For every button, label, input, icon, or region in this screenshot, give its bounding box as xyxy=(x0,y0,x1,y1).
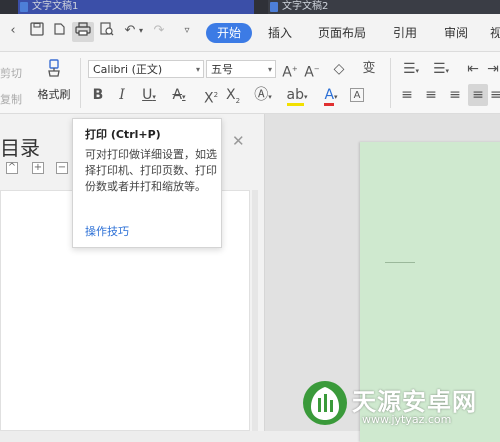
panel-scrollbar[interactable] xyxy=(252,190,258,431)
font-name-value: Calibri (正文) xyxy=(93,63,163,76)
copy-label: 复制 xyxy=(0,93,22,106)
shrink-font-icon[interactable]: A− xyxy=(304,60,320,81)
decrease-indent-icon[interactable]: ⇤ xyxy=(464,60,482,78)
format-painter-label: 格式刷 xyxy=(37,88,71,101)
panel-title: 目录 xyxy=(0,136,40,160)
print-tooltip: 打印 (Ctrl+P) 可对打印做详细设置，如选择打印机、打印页数、打印份数或者… xyxy=(72,118,222,248)
tooltip-description: 可对打印做详细设置，如选择打印机、打印页数、打印份数或者并打和缩放等。 xyxy=(85,148,217,193)
tab-review[interactable]: 审阅 xyxy=(444,24,468,42)
redo-icon[interactable]: ↷ xyxy=(150,22,168,40)
document-tab-bar: 文字文稿1 文字文稿2 xyxy=(0,0,500,14)
chevron-left-icon[interactable]: ‹ xyxy=(4,22,22,40)
tooltip-title: 打印 (Ctrl+P) xyxy=(85,128,161,141)
align-left-icon[interactable]: ≡ xyxy=(398,86,416,104)
bold-icon[interactable]: B xyxy=(90,86,106,104)
grow-font-icon[interactable]: A+ xyxy=(282,60,298,81)
document-tab-label: 文字文稿2 xyxy=(282,1,329,12)
font-size-value: 五号 xyxy=(211,63,233,76)
chevron-down-icon: ▾ xyxy=(195,65,200,74)
expand-icon[interactable]: + xyxy=(32,162,44,174)
document-icon xyxy=(270,2,278,12)
text-effect-icon[interactable]: Ⓐ▾ xyxy=(252,86,274,104)
tab-page-layout[interactable]: 页面布局 xyxy=(318,24,366,42)
minus-icon[interactable]: − xyxy=(56,162,68,174)
watermark-name: 天源安卓网 xyxy=(352,388,477,416)
increase-indent-icon[interactable]: ⇥ xyxy=(486,60,500,78)
align-right-icon[interactable]: ≡ xyxy=(446,86,464,104)
italic-icon[interactable]: I xyxy=(114,86,130,104)
format-painter-button[interactable]: 格式刷 xyxy=(34,58,74,102)
document-tab-1[interactable]: 文字文稿1 xyxy=(18,0,254,14)
save-icon[interactable] xyxy=(28,22,46,40)
document-icon xyxy=(20,2,28,12)
tab-start[interactable]: 开始 xyxy=(206,23,252,43)
phonetic-guide-icon[interactable]: 变 xyxy=(358,60,380,78)
tab-references[interactable]: 引用 xyxy=(393,24,417,42)
separator xyxy=(80,58,81,108)
distributed-align-icon[interactable]: ≡ xyxy=(490,86,500,104)
tips-link[interactable]: 操作技巧 xyxy=(85,223,129,239)
chevron-down-icon[interactable]: ▾ xyxy=(136,22,146,40)
copy-button[interactable]: 复制 xyxy=(0,88,30,107)
site-watermark: 天源安卓网 www.jytyaz.com xyxy=(300,378,500,431)
align-center-icon[interactable]: ≡ xyxy=(422,86,440,104)
underline-icon[interactable]: U▾ xyxy=(138,86,160,104)
chevron-down-icon: ▾ xyxy=(267,65,272,74)
document-tab-2[interactable]: 文字文稿2 xyxy=(268,0,500,14)
export-pdf-icon[interactable] xyxy=(50,22,68,40)
close-icon[interactable]: ✕ xyxy=(232,132,245,150)
cut-label: 剪切 xyxy=(0,67,22,80)
bullet-list-icon[interactable]: ☰▾ xyxy=(398,60,424,78)
tab-view[interactable]: 视 xyxy=(490,24,500,42)
highlight-color-icon[interactable]: ab▾ xyxy=(282,86,312,106)
customize-toolbar-icon[interactable]: ▿ xyxy=(178,22,196,40)
paragraph-marker xyxy=(385,262,415,263)
watermark-logo-icon xyxy=(300,378,350,428)
watermark-url: www.jytyaz.com xyxy=(362,413,452,426)
tab-insert[interactable]: 插入 xyxy=(268,24,292,42)
numbered-list-icon[interactable]: ☰▾ xyxy=(428,60,454,78)
justify-icon[interactable]: ≡ xyxy=(468,84,488,106)
superscript-icon[interactable]: X2 xyxy=(202,86,220,107)
subscript-icon[interactable]: X2 xyxy=(224,86,242,105)
menu-row: ‹ ↶ ▾ ↷ ▿ 开始 插入 页面布局 引用 审阅 视 xyxy=(0,14,500,52)
separator xyxy=(390,58,391,108)
cut-button[interactable]: 剪切 xyxy=(0,62,30,81)
ribbon-toolbar: 剪切 复制 格式刷 Calibri (正文) ▾ 五号 ▾ A+ A− ◇ 变 … xyxy=(0,52,500,114)
font-size-select[interactable]: 五号 ▾ xyxy=(206,60,276,78)
document-tab-label: 文字文稿1 xyxy=(32,1,79,12)
print-icon[interactable] xyxy=(72,22,94,42)
strikethrough-icon[interactable]: A▾ xyxy=(168,86,190,104)
clear-format-icon[interactable]: ◇ xyxy=(330,60,348,78)
character-border-icon[interactable]: A xyxy=(350,88,364,102)
font-color-icon[interactable]: A▾ xyxy=(318,86,344,106)
format-painter-icon xyxy=(34,58,74,80)
font-name-select[interactable]: Calibri (正文) ▾ xyxy=(88,60,204,78)
print-preview-icon[interactable] xyxy=(98,22,116,40)
collapse-icon[interactable]: ^ xyxy=(6,162,18,174)
